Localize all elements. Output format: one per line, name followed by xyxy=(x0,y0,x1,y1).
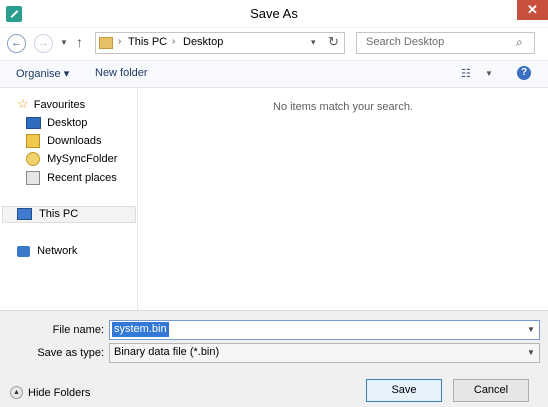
breadcrumb-desktop[interactable]: Desktop xyxy=(183,36,223,48)
hide-folders-button[interactable]: Hide Folders xyxy=(28,387,90,399)
breadcrumb-this-pc[interactable]: This PC xyxy=(128,36,167,48)
address-dropdown[interactable]: ▾ xyxy=(311,37,316,48)
nav-item-desktop[interactable]: Desktop xyxy=(26,114,87,132)
nav-favourites-label: Favourites xyxy=(33,99,86,111)
back-icon: ← xyxy=(11,37,22,49)
new-folder-button[interactable]: New folder xyxy=(95,67,148,79)
save-type-dropdown[interactable]: ▼ xyxy=(527,348,535,357)
file-name-field[interactable] xyxy=(109,320,540,340)
window-title: Save As xyxy=(250,6,298,21)
save-type-value: Binary data file (*.bin) xyxy=(114,346,220,358)
nav-item-label: Recent places xyxy=(47,172,117,184)
nav-item-downloads[interactable]: Downloads xyxy=(26,132,101,150)
folder-icon xyxy=(99,37,113,49)
refresh-button[interactable]: ↻ xyxy=(328,34,339,50)
recent-icon xyxy=(26,171,40,186)
file-name-value[interactable]: system.bin xyxy=(112,322,169,337)
refresh-icon: ↻ xyxy=(328,34,339,49)
file-name-dropdown[interactable]: ▼ xyxy=(527,325,535,334)
nav-favourites[interactable]: ☆ Favourites xyxy=(17,95,85,113)
search-placeholder: Search Desktop xyxy=(366,36,445,48)
organise-button[interactable]: Organise ▾ xyxy=(16,67,69,80)
cancel-button[interactable]: Cancel xyxy=(453,379,529,402)
close-icon: ✕ xyxy=(527,2,538,17)
chevron-down-icon: ▼ xyxy=(527,348,535,357)
nav-item-label: Desktop xyxy=(47,117,88,129)
breadcrumb-separator[interactable]: › xyxy=(172,36,175,47)
save-button[interactable]: Save xyxy=(366,379,442,402)
nav-this-pc[interactable]: This PC xyxy=(17,205,78,223)
back-button[interactable]: ← xyxy=(7,34,26,53)
nav-item-recent-places[interactable]: Recent places xyxy=(26,169,117,187)
help-icon[interactable]: ? xyxy=(517,66,531,80)
desktop-icon xyxy=(26,117,41,130)
up-icon: ↑ xyxy=(76,34,83,50)
nav-item-label: MySyncFolder xyxy=(47,153,118,165)
downloads-icon xyxy=(26,134,40,149)
view-icon[interactable]: ☷ xyxy=(461,67,471,80)
nav-network[interactable]: Network xyxy=(17,242,77,260)
nav-item-label: Downloads xyxy=(47,135,102,147)
view-dropdown[interactable]: ▼ xyxy=(485,69,493,78)
close-button[interactable]: ✕ xyxy=(517,0,548,20)
sync-folder-icon xyxy=(26,152,40,167)
empty-message: No items match your search. xyxy=(273,101,413,113)
forward-icon: → xyxy=(38,37,49,49)
forward-button[interactable]: → xyxy=(34,34,53,53)
up-button[interactable]: ↑ xyxy=(76,34,83,50)
star-icon: ☆ xyxy=(17,96,29,111)
save-type-label: Save as type: xyxy=(37,347,104,359)
nav-network-label: Network xyxy=(37,245,78,257)
chevron-down-icon: ▼ xyxy=(527,325,535,334)
file-name-label: File name: xyxy=(52,324,104,336)
breadcrumb-separator[interactable]: › xyxy=(118,36,121,47)
nav-this-pc-label: This PC xyxy=(39,208,79,220)
chevron-up-icon[interactable]: ▲ xyxy=(10,386,23,399)
network-icon xyxy=(17,245,30,257)
recent-locations-dropdown[interactable]: ▼ xyxy=(60,38,68,47)
chevron-down-icon: ▾ xyxy=(311,37,316,47)
nav-item-mysyncfolder[interactable]: MySyncFolder xyxy=(26,150,117,168)
search-icon[interactable]: ⌕ xyxy=(516,35,523,50)
computer-icon xyxy=(17,208,32,221)
